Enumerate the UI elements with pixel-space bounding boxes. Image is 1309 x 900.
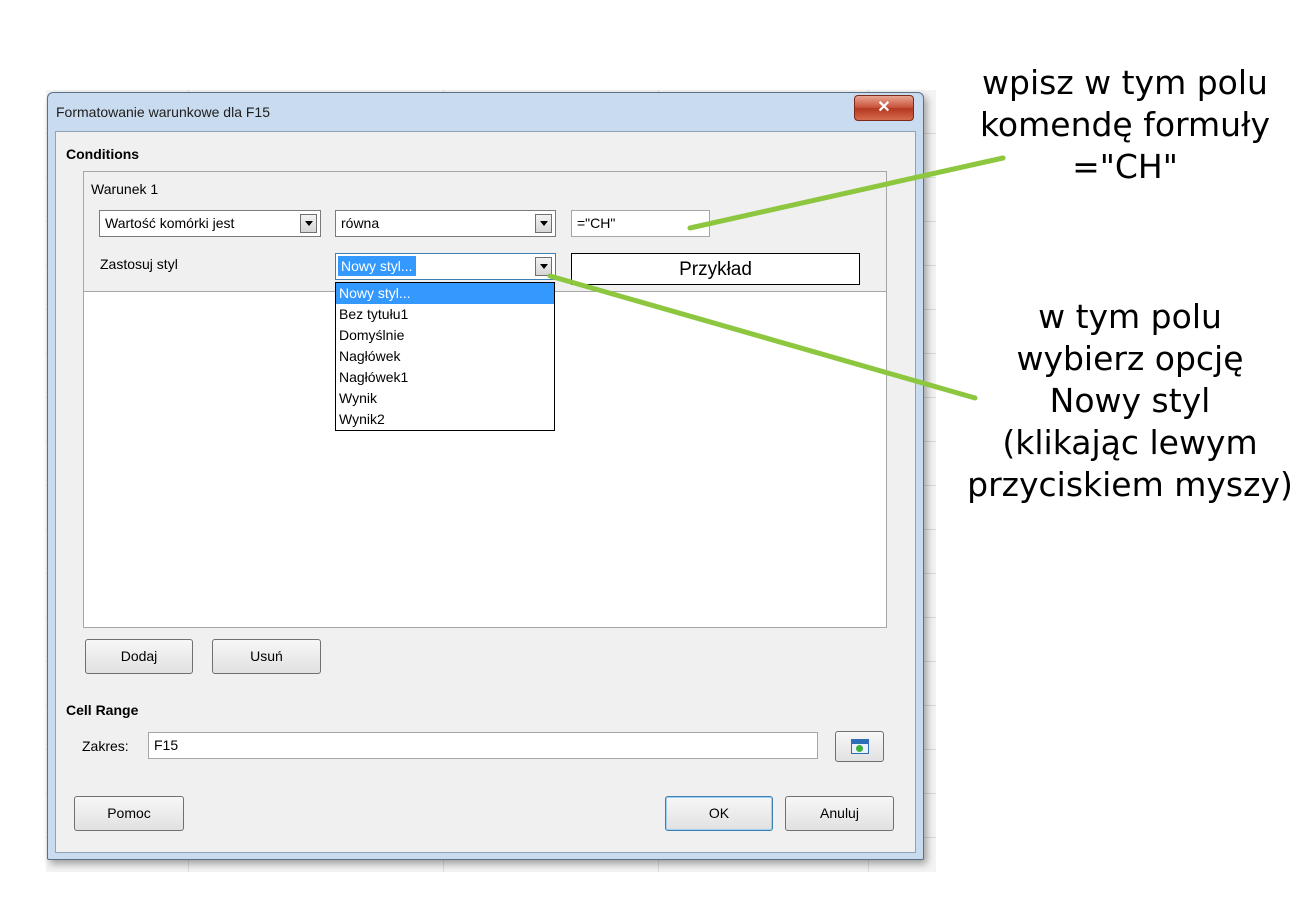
annotation-line: ="CH" <box>1072 147 1178 186</box>
add-button[interactable]: Dodaj <box>85 639 193 674</box>
cell-range-heading: Cell Range <box>66 702 139 718</box>
chevron-down-icon[interactable] <box>535 257 552 276</box>
chevron-down-icon[interactable] <box>300 214 317 233</box>
operator-select[interactable]: równa <box>335 210 556 237</box>
annotation-line: Nowy styl <box>1049 381 1211 420</box>
condition-type-value: Wartość komórki jest <box>105 215 235 231</box>
dropdown-option[interactable]: Domyślnie <box>336 325 554 346</box>
annotation-style-hint: w tym polu wybierz opcję Nowy styl (klik… <box>960 296 1300 506</box>
help-button[interactable]: Pomoc <box>74 796 184 831</box>
conditional-formatting-dialog: Formatowanie warunkowe dla F15 ✕ Conditi… <box>47 92 924 860</box>
annotation-line: przyciskiem myszy) <box>967 465 1293 504</box>
cancel-button[interactable]: Anuluj <box>785 796 894 831</box>
annotation-line: (klikając lewym <box>1002 423 1258 462</box>
range-label: Zakres: <box>82 738 129 754</box>
close-button[interactable]: ✕ <box>854 95 914 121</box>
dropdown-option[interactable]: Nowy styl... <box>336 283 554 304</box>
condition-1-panel: Warunek 1 Wartość komórki jest równa ="C… <box>84 172 886 292</box>
annotation-formula-hint: wpisz w tym polu komendę formuły ="CH" <box>960 62 1290 188</box>
ok-button[interactable]: OK <box>665 796 773 831</box>
apply-style-label: Zastosuj styl <box>100 256 178 272</box>
dropdown-option[interactable]: Nagłówek1 <box>336 367 554 388</box>
condition-type-select[interactable]: Wartość komórki jest <box>99 210 321 237</box>
annotation-line: w tym polu <box>1038 297 1222 336</box>
range-input[interactable]: F15 <box>148 732 818 759</box>
style-dropdown-list[interactable]: Nowy styl... Bez tytułu1 Domyślnie Nagłó… <box>335 282 555 431</box>
conditions-heading: Conditions <box>66 146 140 162</box>
annotation-line: komendę formuły <box>980 105 1270 144</box>
annotation-line: wpisz w tym polu <box>982 63 1268 102</box>
dialog-title: Formatowanie warunkowe dla F15 <box>56 104 270 120</box>
condition-label: Warunek 1 <box>91 181 159 197</box>
dropdown-option[interactable]: Wynik2 <box>336 409 554 430</box>
shrink-range-button[interactable] <box>835 731 884 762</box>
remove-button[interactable]: Usuń <box>212 639 321 674</box>
dropdown-option[interactable]: Nagłówek <box>336 346 554 367</box>
style-select-value: Nowy styl... <box>338 256 416 276</box>
condition-value-input[interactable]: ="CH" <box>571 210 710 237</box>
style-preview: Przykład <box>571 253 860 285</box>
dropdown-option[interactable]: Wynik <box>336 388 554 409</box>
close-icon: ✕ <box>877 99 891 116</box>
style-select[interactable]: Nowy styl... <box>335 253 556 280</box>
operator-value: równa <box>341 215 380 231</box>
chevron-down-icon[interactable] <box>535 214 552 233</box>
annotation-line: wybierz opcję <box>1016 339 1244 378</box>
dropdown-option[interactable]: Bez tytułu1 <box>336 304 554 325</box>
dialog-client-area: Conditions Warunek 1 Wartość komórki jes… <box>55 131 916 853</box>
select-range-icon <box>851 739 869 754</box>
